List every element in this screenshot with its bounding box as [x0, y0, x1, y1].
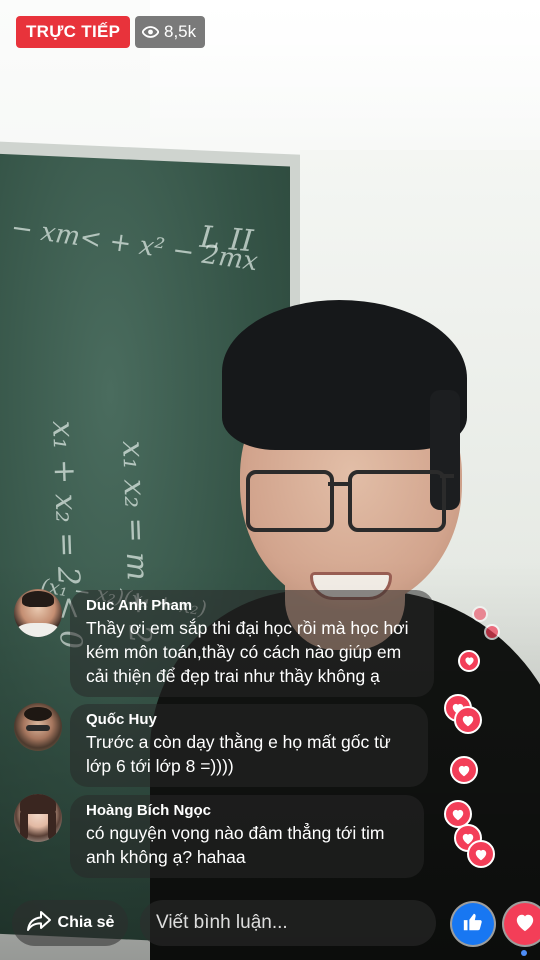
chalk-writing: L II: [198, 219, 255, 260]
floating-heart-icon: [458, 650, 480, 672]
commenter-avatar[interactable]: [14, 589, 62, 637]
commenter-name[interactable]: Duc Anh Pham: [86, 596, 418, 616]
viewer-count: 8,5k: [164, 22, 197, 41]
like-reaction-button[interactable]: [452, 903, 494, 945]
commenter-avatar[interactable]: [14, 794, 62, 842]
comment-text: Thầy ơi em sắp thi đại học rồi mà học hơ…: [86, 618, 409, 686]
comment-text: có nguyện vọng nào đâm thẳng tới tim anh…: [86, 823, 385, 867]
share-label: Chia sẻ: [57, 914, 115, 931]
commenter-avatar[interactable]: [14, 703, 62, 751]
window-glare: [150, 0, 540, 150]
share-arrow-icon: [26, 910, 52, 937]
eye-icon: [142, 26, 159, 38]
glasses-arm: [440, 474, 454, 478]
floating-heart-icon: [467, 840, 495, 868]
love-reaction-button[interactable]: [504, 903, 540, 945]
glasses-left-lens: [246, 470, 334, 532]
comment-item: Quốc Huy Trước a còn dạy thằng e họ mất …: [14, 703, 428, 787]
share-button[interactable]: Chia sẻ: [12, 900, 128, 946]
floating-heart-icon: [484, 624, 500, 640]
thumbs-up-icon: [462, 911, 484, 938]
commenter-name[interactable]: Hoàng Bích Ngọc: [86, 801, 408, 821]
floating-heart-icon: [454, 706, 482, 734]
glasses-bridge: [328, 482, 350, 486]
floating-heart-icon: [472, 606, 488, 622]
viewer-count-badge[interactable]: 8,5k: [135, 16, 206, 48]
reaction-indicator-dot: [521, 950, 527, 956]
comment-bubble: Quốc Huy Trước a còn dạy thằng e họ mất …: [70, 704, 428, 787]
heart-icon: [514, 912, 536, 937]
comment-item: Duc Anh Pham Thầy ơi em sắp thi đại học …: [14, 589, 434, 697]
comment-input[interactable]: [140, 900, 436, 946]
comment-item: Hoàng Bích Ngọc có nguyện vọng nào đâm t…: [14, 794, 424, 878]
comment-text: Trước a còn dạy thằng e họ mất gốc từ lớ…: [86, 732, 391, 776]
comment-bubble: Duc Anh Pham Thầy ơi em sắp thi đại học …: [70, 590, 434, 697]
live-badge: TRỰC TIẾP: [16, 16, 131, 48]
comment-bubble: Hoàng Bích Ngọc có nguyện vọng nào đâm t…: [70, 795, 424, 878]
glasses-right-lens: [348, 470, 446, 532]
floating-heart-icon: [450, 756, 478, 784]
commenter-name[interactable]: Quốc Huy: [86, 710, 412, 730]
